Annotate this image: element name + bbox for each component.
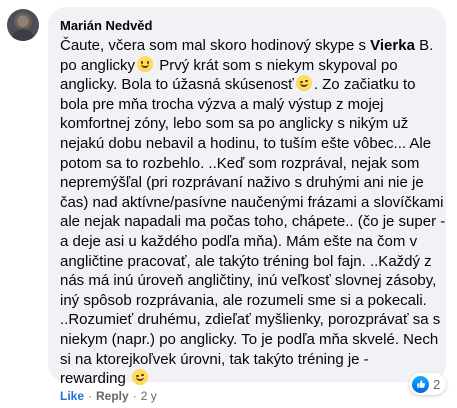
comment-line-text: iný spôsob rozprávania, ale rozumeli sme…: [60, 291, 427, 309]
avatar[interactable]: [7, 9, 39, 41]
comment-line: ..Rozumieť druhému, zdieľať myšlienky, p…: [60, 310, 440, 330]
comment-line: anglicky. Bola to úžasná skúsenosť . Zo z…: [60, 75, 434, 95]
comment-line: si na ktorejkoľvek úrovni, tak takýto tr…: [60, 350, 434, 370]
comment-actions: Like · Reply · 2 y: [60, 388, 157, 404]
comment-line-text: anglicky. Bola to úžasná skúsenosť: [60, 76, 294, 94]
comment-line: niekym (napr.) po anglicky. To je podľa …: [60, 330, 438, 350]
comment-line-text: potom sa to rozbehlo. ..Keď som rozpráva…: [60, 154, 420, 172]
comment-line: ale nejak napadali ma počas toho, chápet…: [60, 212, 445, 232]
comment-line: po anglicky Prvý krát som s niekym skypo…: [60, 55, 434, 76]
comment-text: Čaute, včera som mal skoro hodinový skyp…: [60, 36, 445, 389]
comment-bubble: Marián Nedvěd Čaute, včera som mal skoro…: [48, 7, 446, 387]
reaction-count: 2: [433, 376, 441, 392]
like-icon: [412, 375, 429, 393]
wink-emoji-icon: [295, 75, 312, 92]
comment-line-text: ale nejak napadali ma počas toho, chápet…: [60, 213, 446, 231]
separator: ·: [88, 389, 93, 403]
comment-line-text: nepremýšľal (pri rozprávaní naživo s dru…: [60, 174, 424, 192]
comment-line-text: Čaute, včera som mal skoro hodinový skyp…: [60, 37, 371, 54]
comment-line: nejakú dobu nebavil a hodinu, to tuším e…: [60, 134, 434, 154]
comment-line: nás má inú úroveň angličtiny, inú veľkos…: [60, 271, 437, 291]
comment-line: a deje asi u každého podľa mňa). Mám ešt…: [60, 232, 434, 252]
comment-line: Čaute, včera som mal skoro hodinový skyp…: [60, 36, 434, 56]
wink-emoji-icon: [132, 369, 149, 386]
comment-line: čas) nad aktívne/pasívne naučenými fráza…: [60, 193, 444, 213]
comment-line-text: nejakú dobu nebavil a hodinu, to tuším e…: [60, 134, 432, 152]
comment-line-text: bola pre mňa trocha výzva a malý výstup …: [60, 95, 384, 113]
comment-line-text: rewarding: [60, 370, 131, 388]
comment-line-text: komfortnej zóny, lebo som sa po anglicky…: [60, 115, 409, 133]
comment-line: nepremýšľal (pri rozprávaní naživo s dru…: [60, 173, 434, 193]
comment-line-text: . Zo začiatku to: [313, 76, 416, 94]
comment-line: komfortnej zóny, lebo som sa po anglicky…: [60, 114, 434, 134]
comment-line-text: niekym (napr.) po anglicky. To je podľa …: [60, 330, 439, 348]
comment-line-text: si na ktorejkoľvek úrovni, tak takýto tr…: [60, 350, 369, 368]
like-link[interactable]: Like: [60, 388, 84, 404]
timestamp-link[interactable]: 2 y: [141, 388, 157, 404]
mentioned-name[interactable]: Vierka: [370, 37, 415, 54]
comment-line: bola pre mňa trocha výzva a malý výstup …: [60, 95, 434, 115]
comment-line-text: po anglicky: [60, 56, 136, 74]
separator: ·: [132, 389, 137, 403]
comment-line-text: B.: [414, 37, 434, 54]
comment-line: potom sa to rozbehlo. ..Keď som rozpráva…: [60, 154, 434, 174]
comment-line: iný spôsob rozprávania, ale rozumeli sme…: [60, 291, 434, 311]
comment-line-text: nás má inú úroveň angličtiny, inú veľkos…: [60, 272, 437, 290]
comment-line-text: angličtine pracovať, ale takýto tréning …: [60, 252, 432, 270]
comment-line: angličtine pracovať, ale takýto tréning …: [60, 252, 434, 272]
comment-line-text: Prvý krát som s niekym skypoval po: [155, 56, 398, 74]
reaction-count-badge[interactable]: 2: [409, 373, 447, 395]
comment-line-text: čas) nad aktívne/pasívne naučenými fráza…: [60, 193, 444, 211]
comment-author[interactable]: Marián Nedvěd: [60, 17, 434, 34]
reply-link[interactable]: Reply: [96, 388, 129, 404]
comment-line: rewarding: [60, 369, 434, 389]
smile-emoji-icon: [137, 55, 154, 72]
comment-line-text: a deje asi u každého podľa mňa). Mám ešt…: [60, 232, 418, 250]
comment-line-text: ..Rozumieť druhému, zdieľať myšlienky, p…: [60, 311, 441, 329]
